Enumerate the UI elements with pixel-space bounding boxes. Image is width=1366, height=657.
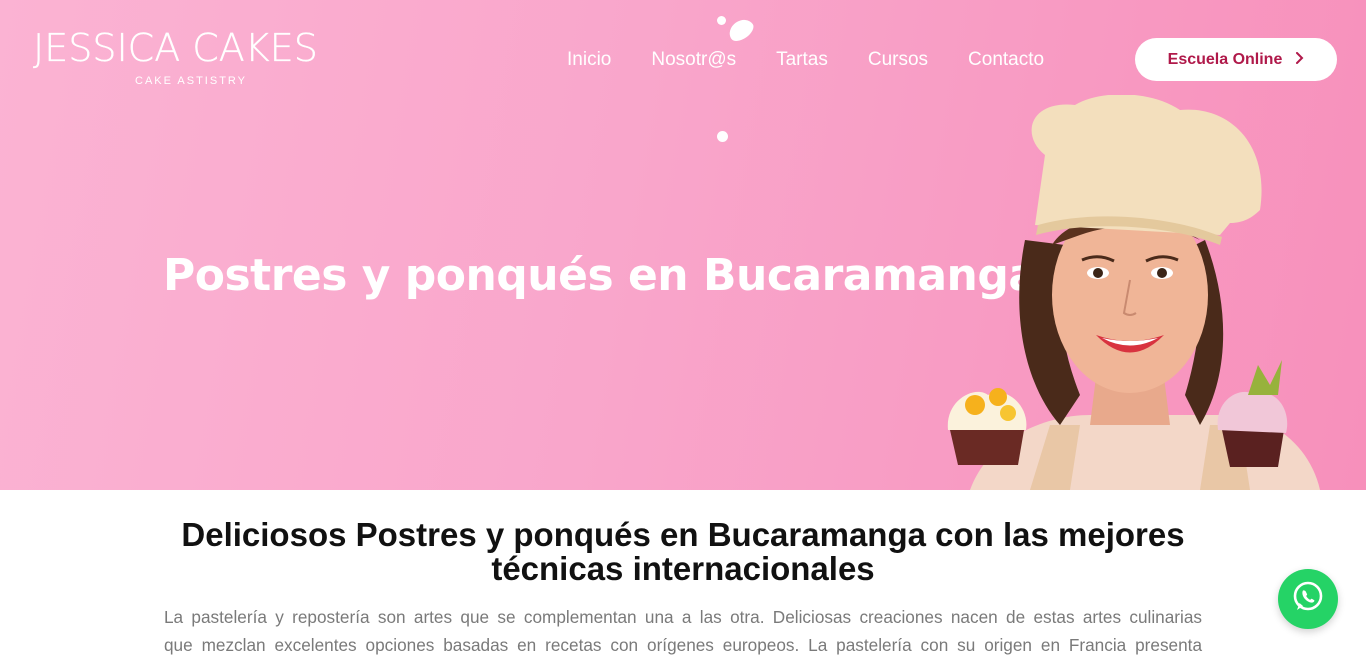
hero-title: Postres y ponqués en Bucaramanga [163,250,1038,301]
nav-item-contacto[interactable]: Contacto [968,48,1044,72]
body-line: que mezclan excelentes opciones basadas … [164,635,1202,655]
brand-logo[interactable]: JESSICA CAKES CAKE ASTISTRY [33,28,353,92]
escuela-online-button[interactable]: Escuela Online [1135,38,1337,81]
nav-item-nosotros[interactable]: Nosotr@s [651,48,736,72]
brand-tagline: CAKE ASTISTRY [135,75,247,87]
chevron-right-icon [1294,51,1304,69]
decor-dot [725,15,757,45]
main-nav: Inicio Nosotr@s Tartas Cursos Contacto [567,48,1084,72]
hero-banner: JESSICA CAKES CAKE ASTISTRY Inicio Nosot… [0,0,1366,490]
brand-name: JESSICA CAKES [33,26,318,70]
whatsapp-button[interactable] [1278,569,1338,629]
decor-dot [717,16,726,25]
content-body: La pastelería y repostería son artes que… [164,603,1202,657]
escuela-online-label: Escuela Online [1167,50,1283,68]
nav-item-tartas[interactable]: Tartas [776,48,828,72]
whatsapp-icon [1290,579,1326,620]
nav-item-cursos[interactable]: Cursos [868,48,928,72]
body-line: La pastelería y repostería son artes que… [164,607,1202,627]
decor-dot [717,131,728,142]
content-heading: Deliciosos Postres y ponqués en Bucarama… [181,516,1185,587]
chef-woman-image [947,95,1320,490]
nav-item-inicio[interactable]: Inicio [567,48,611,72]
